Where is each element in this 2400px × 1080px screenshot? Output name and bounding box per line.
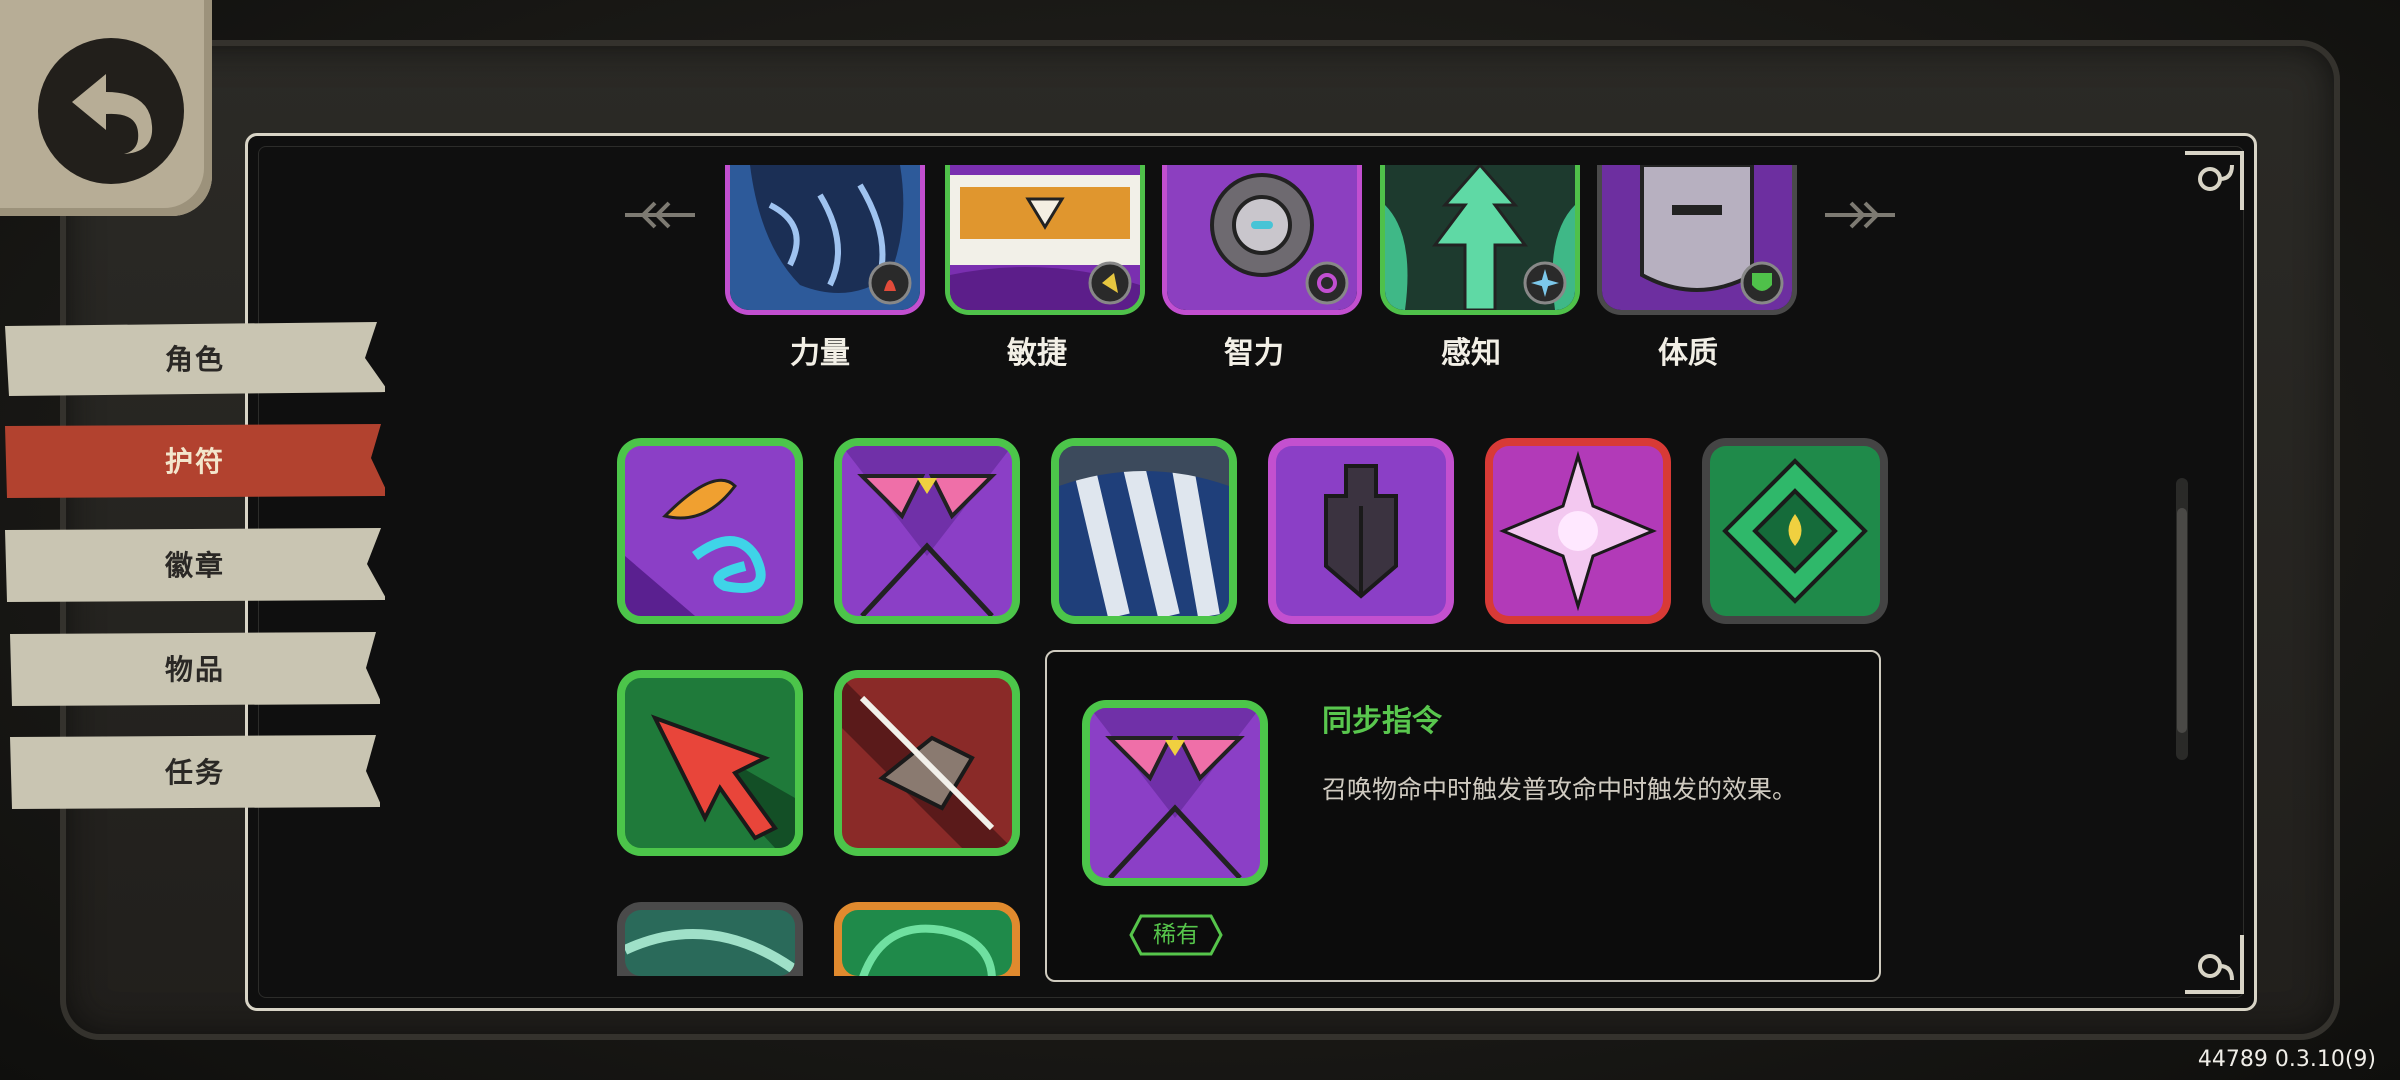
charm-tooltip: 同步指令 召唤物命中时触发普攻命中时触发的效果。 稀有: [1045, 650, 1881, 982]
red-arrow-charm-icon: [625, 678, 795, 848]
scroll-left-arrow-icon[interactable]: [625, 200, 695, 230]
fortress-charm-icon: [1276, 446, 1446, 616]
charm-slot[interactable]: [617, 902, 803, 976]
stat-label: 敏捷: [1007, 336, 1067, 371]
tab-items[interactable]: 物品: [10, 630, 380, 706]
stat-label: 力量: [790, 336, 850, 371]
charm-slot[interactable]: [1485, 438, 1671, 624]
teal-slash-charm-icon: [625, 910, 795, 976]
tab-label: 物品: [164, 653, 225, 686]
charm-slot[interactable]: [834, 670, 1020, 856]
tab-character[interactable]: 角色: [5, 320, 385, 396]
charm-slot[interactable]: [617, 670, 803, 856]
stat-label: 体质: [1658, 336, 1718, 371]
charm-slot[interactable]: [1051, 438, 1237, 624]
tab-quests[interactable]: 任务: [10, 733, 380, 809]
tab-label: 护符: [164, 445, 225, 478]
stat-card-constitution[interactable]: [1597, 165, 1797, 315]
shard-strike-charm-icon: [842, 678, 1012, 848]
rarity-badge: 稀有: [1129, 914, 1223, 956]
back-arrow-icon: [72, 74, 153, 154]
tab-label: 徽章: [164, 549, 225, 582]
stat-card-agility[interactable]: [945, 165, 1145, 315]
stat-card-perception[interactable]: [1380, 165, 1580, 315]
fist-icon: [730, 165, 920, 310]
emerald-eye-charm-icon: [1710, 446, 1880, 616]
charm-slot[interactable]: [834, 438, 1020, 624]
armor-icon: [1602, 165, 1792, 310]
tab-badges[interactable]: 徽章: [5, 526, 385, 602]
scroll-right-arrow-icon[interactable]: [1825, 200, 1895, 230]
orb-icon: [1167, 165, 1357, 310]
scrollbar-thumb[interactable]: [2177, 508, 2187, 733]
tree-icon: [1385, 165, 1575, 310]
green-vortex-charm-icon: [842, 910, 1012, 976]
tooltip-description: 召唤物命中时触发普攻命中时触发的效果。: [1322, 775, 1798, 804]
charm-slot[interactable]: [834, 902, 1020, 976]
stat-card-intelligence[interactable]: [1162, 165, 1362, 315]
stat-label: 智力: [1224, 336, 1284, 371]
version-label: 44789 0.3.10(9): [2197, 1047, 2376, 1072]
radiant-cross-charm-icon: [1493, 446, 1663, 616]
charm-slot[interactable]: [1268, 438, 1454, 624]
charm-slot[interactable]: [617, 438, 803, 624]
corner-ornament-icon: [2185, 151, 2244, 210]
tab-label: 角色: [164, 343, 225, 376]
tooltip-charm-slot: [1082, 700, 1268, 886]
corner-ornament-icon: [2185, 935, 2244, 994]
rarity-label: 稀有: [1153, 922, 1199, 948]
tab-label: 任务: [164, 756, 225, 789]
scroll-icon: [950, 165, 1140, 310]
serpent-charm-icon: [625, 446, 795, 616]
scrollbar[interactable]: [2176, 478, 2188, 760]
stat-label: 感知: [1441, 336, 1501, 371]
tooltip-title: 同步指令: [1322, 704, 1442, 739]
back-button[interactable]: [0, 0, 212, 216]
ice-claw-charm-icon: [1059, 446, 1229, 616]
stat-card-strength[interactable]: [725, 165, 925, 315]
tab-charms[interactable]: 护符: [5, 422, 385, 498]
charm-slot[interactable]: [1702, 438, 1888, 624]
sync-command-charm-icon: [1090, 708, 1260, 878]
sync-command-charm-icon: [842, 446, 1012, 616]
